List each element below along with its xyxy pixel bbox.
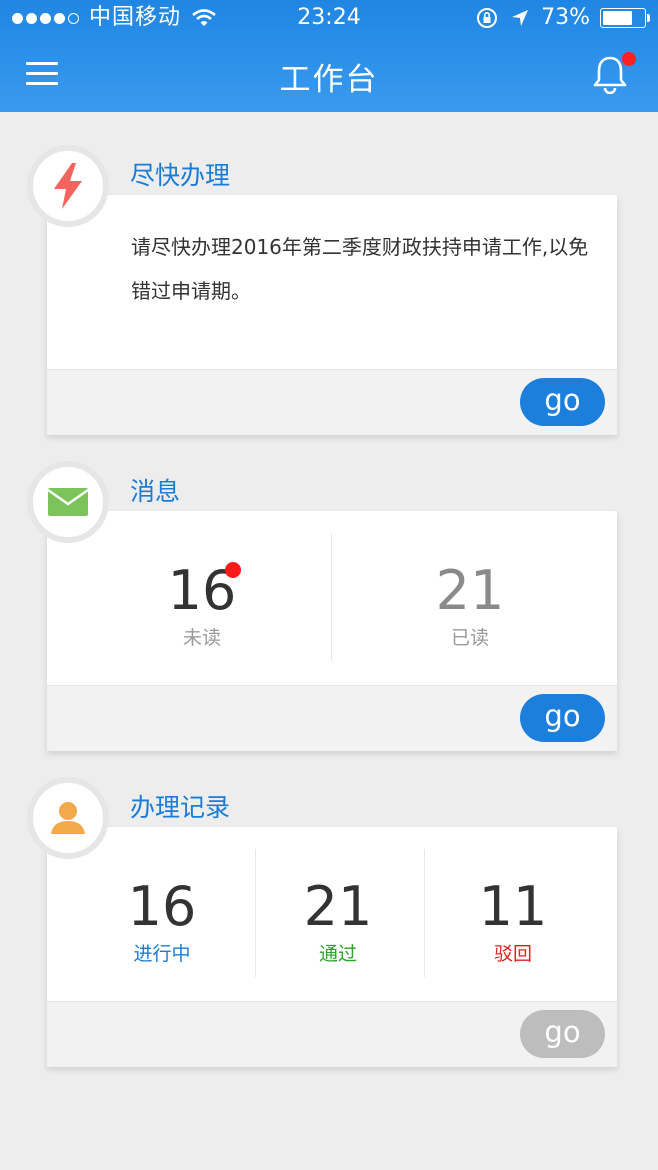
unread-dot-badge <box>225 562 241 578</box>
passed-count: 21 <box>303 875 373 938</box>
passed-label: 通过 <box>318 943 357 965</box>
notifications-button[interactable] <box>592 52 636 98</box>
read-stat[interactable]: 21 已读 <box>375 561 565 650</box>
unread-stat[interactable]: 16 未读 <box>107 561 297 650</box>
battery-percent: 73% <box>541 5 590 30</box>
records-go-button[interactable]: go <box>520 1010 605 1058</box>
messages-go-button[interactable]: go <box>520 694 605 742</box>
card-footer: go <box>47 369 617 435</box>
top-bar: 中国移动 23:24 73% 工作台 <box>0 0 658 112</box>
messages-icon-badge <box>27 461 109 543</box>
status-bar: 中国移动 23:24 73% <box>0 0 658 36</box>
in-progress-stat[interactable]: 16 进行中 <box>67 877 257 966</box>
rejected-stat[interactable]: 11 驳回 <box>418 877 608 966</box>
person-icon <box>51 802 85 834</box>
read-label: 已读 <box>450 627 489 649</box>
records-icon-badge <box>27 777 109 859</box>
urgent-go-button[interactable]: go <box>520 378 605 426</box>
battery-icon <box>600 8 650 28</box>
rejected-label: 驳回 <box>493 943 532 965</box>
passed-stat[interactable]: 21 通过 <box>243 877 433 966</box>
card-footer: go <box>47 685 617 751</box>
read-count: 21 <box>435 559 505 622</box>
page-title: 工作台 <box>279 62 379 98</box>
unread-count: 16 <box>167 559 237 622</box>
in-progress-count: 16 <box>127 875 197 938</box>
records-title: 办理记录 <box>130 793 231 822</box>
records-card: 16 进行中 21 通过 11 驳回 go <box>47 827 617 1067</box>
messages-title: 消息 <box>130 477 181 506</box>
unread-label: 未读 <box>182 627 221 649</box>
rotation-lock-icon <box>477 8 498 28</box>
location-arrow-icon <box>512 10 529 26</box>
envelope-icon <box>48 488 88 516</box>
card-footer: go <box>47 1001 617 1067</box>
in-progress-label: 进行中 <box>133 943 191 965</box>
rejected-count: 11 <box>478 875 548 938</box>
urgent-icon-badge <box>27 145 109 227</box>
stat-divider <box>331 533 332 661</box>
nav-bar: 工作台 <box>0 40 658 112</box>
messages-card: 16 未读 21 已读 go <box>47 511 617 751</box>
lightning-icon <box>54 163 82 209</box>
urgent-title: 尽快办理 <box>130 161 231 190</box>
notification-badge <box>622 52 636 66</box>
urgent-notice-text: 请尽快办理2016年第二季度财政扶持申请工作,以免错过申请期。 <box>131 235 589 303</box>
urgent-card: 请尽快办理2016年第二季度财政扶持申请工作,以免错过申请期。 go <box>47 195 617 435</box>
